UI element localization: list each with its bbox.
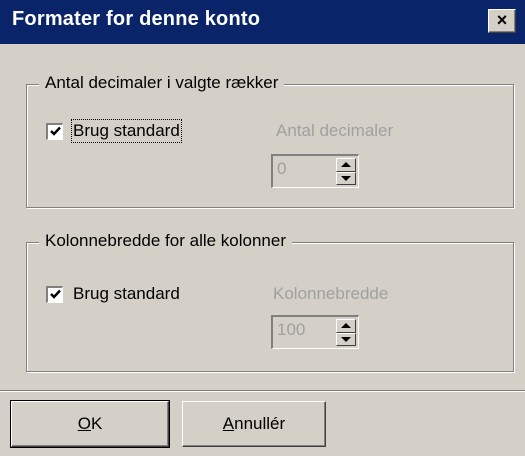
ok-button-label: OK (77, 414, 103, 433)
decimals-spin-buttons (336, 158, 356, 185)
column-width-groupbox: Kolonnebredde for alle kolonner (26, 231, 514, 372)
decimals-spin-down-button[interactable] (336, 171, 356, 185)
chevron-up-icon (341, 162, 351, 168)
decimals-use-default-option[interactable]: Brug standard (46, 119, 182, 143)
decimals-groupbox: Antal decimaler i valgte rækker (26, 73, 514, 208)
button-separator (0, 390, 525, 392)
close-button[interactable]: × (488, 9, 516, 33)
cancel-button-label: Annullér (222, 414, 286, 433)
column-width-group-legend: Kolonnebredde for alle kolonner (39, 231, 293, 251)
chevron-up-icon (341, 323, 351, 329)
ok-button[interactable]: OK (10, 400, 170, 448)
decimals-group-legend: Antal decimaler i valgte rækker (39, 73, 285, 93)
decimals-field-label: Antal decimaler (276, 121, 394, 140)
window-title: Formater for denne konto (12, 8, 261, 30)
chevron-down-icon (341, 336, 351, 342)
decimals-use-default-checkbox[interactable] (46, 122, 63, 140)
column-width-spin-buttons (336, 319, 356, 346)
checkmark-icon (49, 126, 61, 136)
width-use-default-checkbox[interactable] (46, 285, 63, 303)
chevron-down-icon (341, 175, 351, 181)
cancel-button[interactable]: Annullér (182, 401, 326, 447)
checkmark-icon (49, 289, 61, 299)
column-width-spin-down-button[interactable] (336, 332, 356, 346)
dialog-window: Formater for denne konto × Antal decimal… (0, 0, 525, 456)
column-width-spin-up-button[interactable] (336, 319, 356, 333)
decimals-use-default-label[interactable]: Brug standard (71, 119, 182, 143)
column-width-field-label: Kolonnebredde (273, 284, 389, 303)
title-bar[interactable]: Formater for denne konto × (0, 0, 525, 44)
decimals-spin-up-button[interactable] (336, 158, 356, 172)
width-use-default-label[interactable]: Brug standard (73, 284, 180, 304)
close-icon: × (496, 10, 508, 30)
column-width-value[interactable]: 100 (277, 320, 305, 340)
column-width-spinbox[interactable]: 100 (271, 315, 359, 349)
width-use-default-option[interactable]: Brug standard (46, 284, 180, 304)
decimals-spinbox[interactable]: 0 (271, 154, 359, 188)
decimals-value[interactable]: 0 (277, 159, 286, 179)
